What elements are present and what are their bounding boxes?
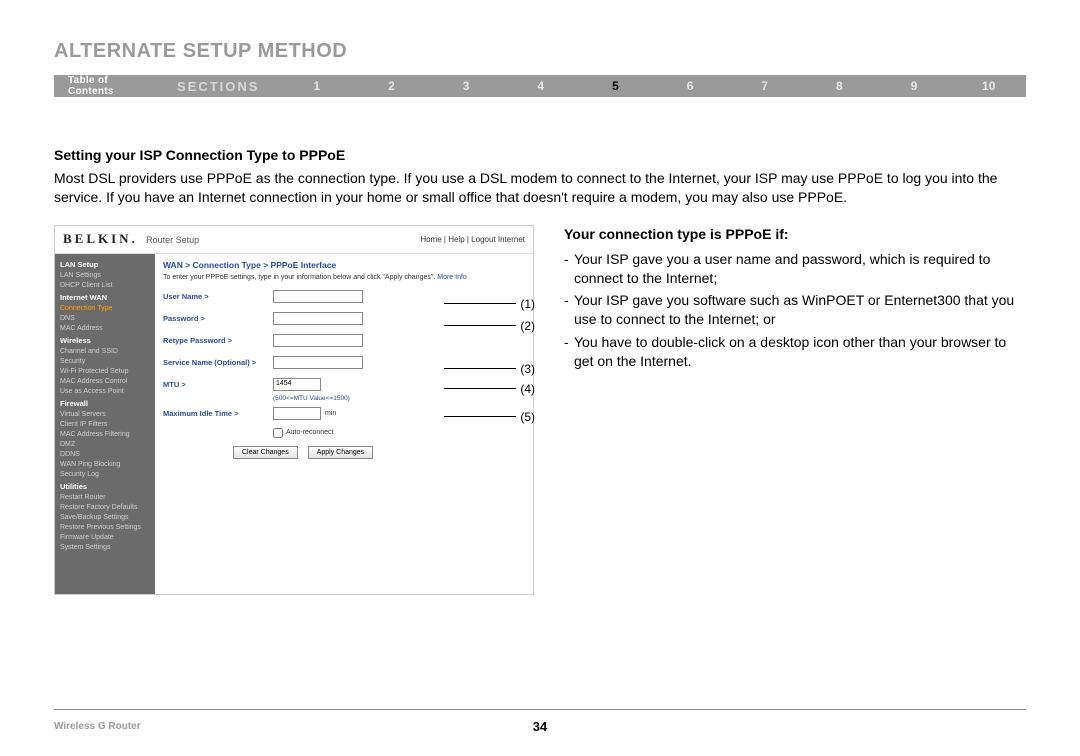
router-instruction: To enter your PPPoE settings, type in yo… [163, 274, 525, 281]
sidebar-item[interactable]: Virtual Servers [55, 410, 155, 420]
sidebar-item[interactable]: Firmware Update [55, 533, 155, 543]
input-username[interactable] [273, 290, 363, 303]
sidebar-cat-firewall: Firewall [55, 397, 155, 410]
sidebar-item[interactable]: MAC Address [55, 324, 155, 334]
sidebar-item[interactable]: DHCP Client List [55, 281, 155, 291]
section-nav: Table of Contents SECTIONS 1 2 3 4 5 6 7… [54, 75, 1026, 97]
nav-section-10[interactable]: 10 [951, 79, 1026, 93]
router-instruction-text: To enter your PPPoE settings, type in yo… [163, 274, 435, 281]
router-sidebar: LAN Setup LAN Settings DHCP Client List … [55, 254, 155, 594]
callout-3: (3) [520, 362, 535, 376]
sidebar-item[interactable]: Use as Access Point [55, 387, 155, 397]
callout-5: (5) [520, 410, 535, 424]
more-info-link[interactable]: More Info [437, 274, 467, 281]
nav-section-1[interactable]: 1 [279, 79, 354, 93]
router-breadcrumb: WAN > Connection Type > PPPoE Interface [163, 260, 525, 270]
router-main-panel: WAN > Connection Type > PPPoE Interface … [155, 254, 533, 594]
sidebar-item[interactable]: Connection Type [55, 304, 155, 314]
router-top-links[interactable]: Home | Help | Logout Internet [420, 235, 525, 244]
sidebar-cat-wireless: Wireless [55, 334, 155, 347]
clear-changes-button[interactable]: Clear Changes [233, 446, 298, 459]
sidebar-item[interactable]: DNS [55, 314, 155, 324]
sidebar-item[interactable]: MAC Address Filtering [55, 430, 155, 440]
sidebar-item[interactable]: System Settings [55, 543, 155, 553]
router-screenshot: BELKIN. Router Setup Home | Help | Logou… [54, 225, 534, 595]
intro-text: Most DSL providers use PPPoE as the conn… [54, 169, 1026, 207]
nav-section-7[interactable]: 7 [727, 79, 802, 93]
input-mtu[interactable]: 1454 [273, 378, 321, 391]
belkin-logo: BELKIN. [63, 231, 138, 246]
router-header: BELKIN. Router Setup Home | Help | Logou… [55, 226, 533, 254]
intro-heading: Setting your ISP Connection Type to PPPo… [54, 147, 1026, 163]
sidebar-item[interactable]: LAN Settings [55, 271, 155, 281]
footer-rule [54, 709, 1026, 710]
input-retype[interactable] [273, 334, 363, 347]
right-heading: Your connection type is PPPoE if: [564, 225, 1026, 244]
sidebar-item[interactable]: Wi-Fi Protected Setup [55, 367, 155, 377]
label-idle: Maximum Idle Time > [163, 409, 273, 418]
callout-4: (4) [520, 382, 535, 396]
label-min: min [325, 410, 336, 417]
callout-1: (1) [520, 297, 535, 311]
sidebar-item[interactable]: Security [55, 357, 155, 367]
bullet-text: You have to double-click on a desktop ic… [574, 333, 1026, 371]
bullet-text: Your ISP gave you a user name and passwo… [574, 250, 1026, 288]
input-password[interactable] [273, 312, 363, 325]
sidebar-cat-utilities: Utilities [55, 480, 155, 493]
nav-section-9[interactable]: 9 [877, 79, 952, 93]
page-title: ALTERNATE SETUP METHOD [54, 40, 1026, 63]
callout-2: (2) [520, 319, 535, 333]
page-number: 34 [54, 719, 1026, 734]
belkin-subtitle: Router Setup [146, 235, 199, 245]
input-service[interactable] [273, 356, 363, 369]
input-idle[interactable] [273, 407, 321, 420]
nav-section-3[interactable]: 3 [429, 79, 504, 93]
sidebar-item[interactable]: Security Log [55, 470, 155, 480]
nav-toc[interactable]: Table of Contents [54, 75, 167, 97]
sidebar-cat-lan: LAN Setup [55, 258, 155, 271]
bullet-dash: - [564, 333, 574, 371]
label-username: User Name > [163, 292, 273, 301]
label-password: Password > [163, 314, 273, 323]
nav-section-6[interactable]: 6 [653, 79, 728, 93]
sidebar-item[interactable]: MAC Address Control [55, 377, 155, 387]
sidebar-item[interactable]: Restore Previous Settings [55, 523, 155, 533]
sidebar-item[interactable]: Save/Backup Settings [55, 513, 155, 523]
label-retype: Retype Password > [163, 336, 273, 345]
label-service: Service Name (Optional) > [163, 358, 273, 367]
label-mtu: MTU > [163, 380, 273, 389]
checkbox-auto-reconnect[interactable] [273, 428, 283, 438]
apply-changes-button[interactable]: Apply Changes [308, 446, 373, 459]
sidebar-item[interactable]: WAN Ping Blocking [55, 460, 155, 470]
sidebar-item[interactable]: Restart Router [55, 493, 155, 503]
sidebar-cat-wan: Internet WAN [55, 291, 155, 304]
sidebar-item[interactable]: Client IP Filters [55, 420, 155, 430]
mtu-hint: (500<=MTU Value<=1500) [273, 395, 525, 402]
nav-section-4[interactable]: 4 [503, 79, 578, 93]
sidebar-item[interactable]: DDNS [55, 450, 155, 460]
sidebar-item[interactable]: Channel and SSID [55, 347, 155, 357]
nav-section-8[interactable]: 8 [802, 79, 877, 93]
sidebar-item[interactable]: DMZ [55, 440, 155, 450]
nav-section-5[interactable]: 5 [578, 79, 653, 93]
nav-section-2[interactable]: 2 [354, 79, 429, 93]
bullet-dash: - [564, 291, 574, 329]
bullet-text: Your ISP gave you software such as WinPO… [574, 291, 1026, 329]
bullet-dash: - [564, 250, 574, 288]
nav-sections-label: SECTIONS [167, 79, 279, 94]
label-auto-reconnect: Auto-reconnect [286, 429, 333, 436]
sidebar-item[interactable]: Restore Factory Defaults [55, 503, 155, 513]
